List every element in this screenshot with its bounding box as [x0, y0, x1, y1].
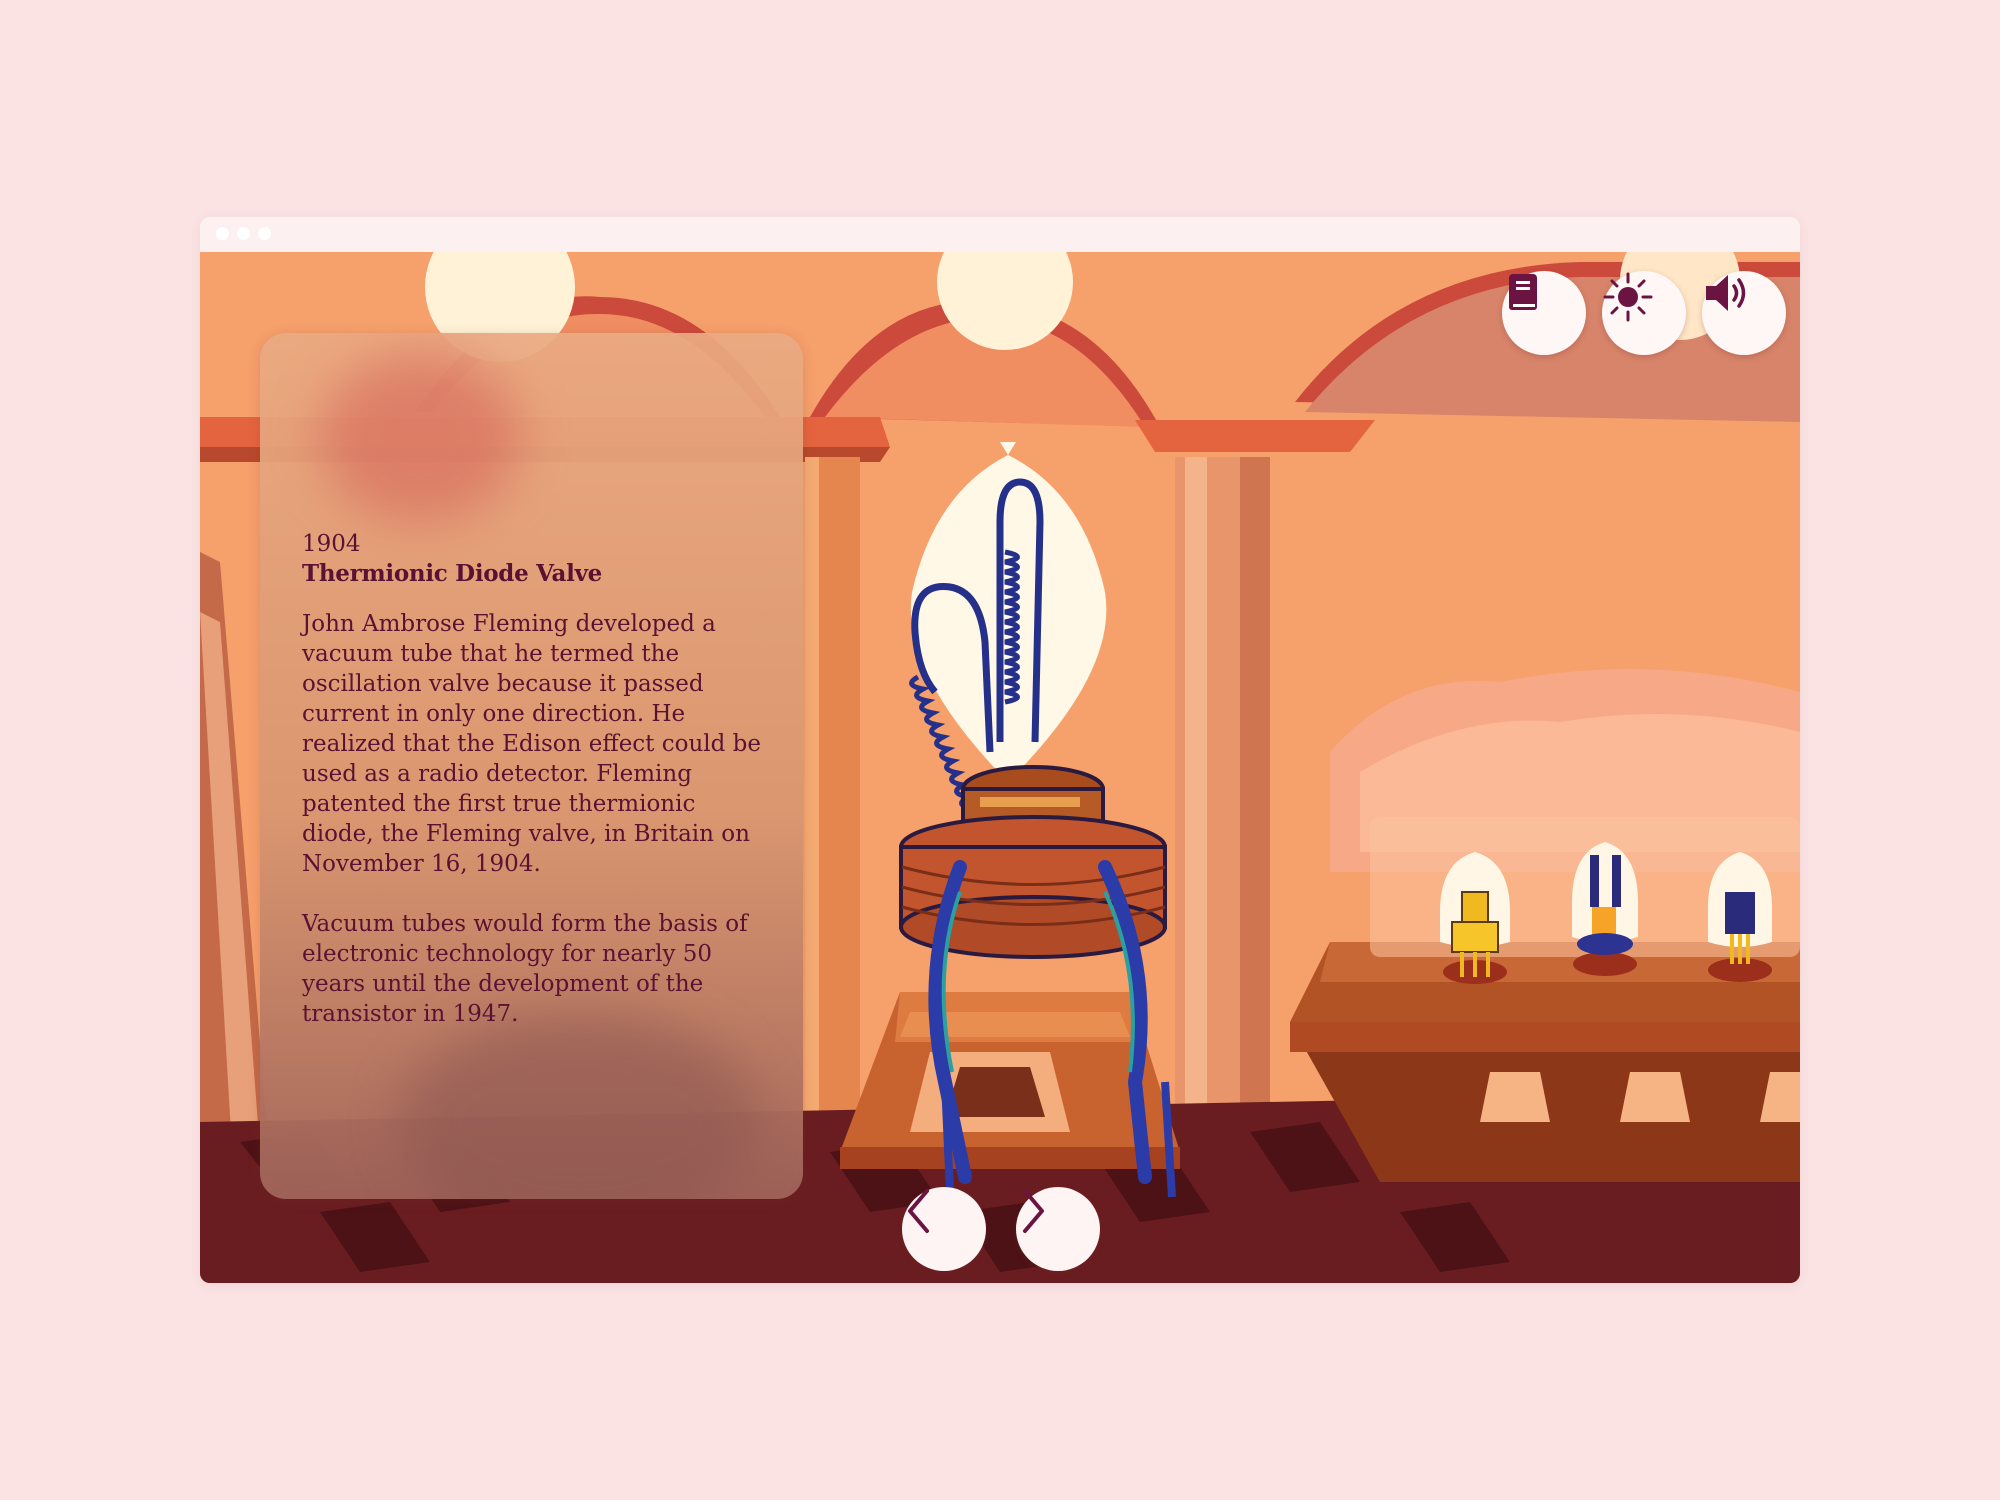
description-paragraph: Vacuum tubes would form the basis of ele…: [302, 911, 748, 1027]
info-text: 1904 Thermionic Diode Valve John Ambrose…: [302, 529, 772, 1059]
next-button[interactable]: [1016, 1187, 1100, 1271]
encyclopedia-button[interactable]: [1502, 271, 1586, 355]
info-card: 1904 Thermionic Diode Valve John Ambrose…: [260, 333, 803, 1199]
minimize-dot[interactable]: [237, 227, 250, 240]
chevron-right-icon: [1023, 1189, 1044, 1233]
sound-button[interactable]: [1702, 271, 1786, 355]
museum-scene: 1904 Thermionic Diode Valve John Ambrose…: [200, 252, 1800, 1283]
book-icon: [1509, 274, 1537, 310]
title-bar: [200, 217, 1800, 252]
brightness-button[interactable]: [1602, 271, 1686, 355]
app-window: 1904 Thermionic Diode Valve John Ambrose…: [200, 217, 1800, 1283]
description-paragraph: John Ambrose Fleming developed a vacuum …: [302, 611, 762, 877]
artifact-year: 1904: [302, 531, 361, 557]
chevron-left-icon: [908, 1189, 929, 1233]
previous-button[interactable]: [902, 1187, 986, 1271]
close-dot[interactable]: [216, 227, 229, 240]
artifact-title: Thermionic Diode Valve: [302, 560, 602, 587]
maximize-dot[interactable]: [258, 227, 271, 240]
sun-icon: [1603, 272, 1653, 322]
card-blur-highlight: [320, 353, 520, 523]
speaker-icon: [1706, 275, 1746, 311]
